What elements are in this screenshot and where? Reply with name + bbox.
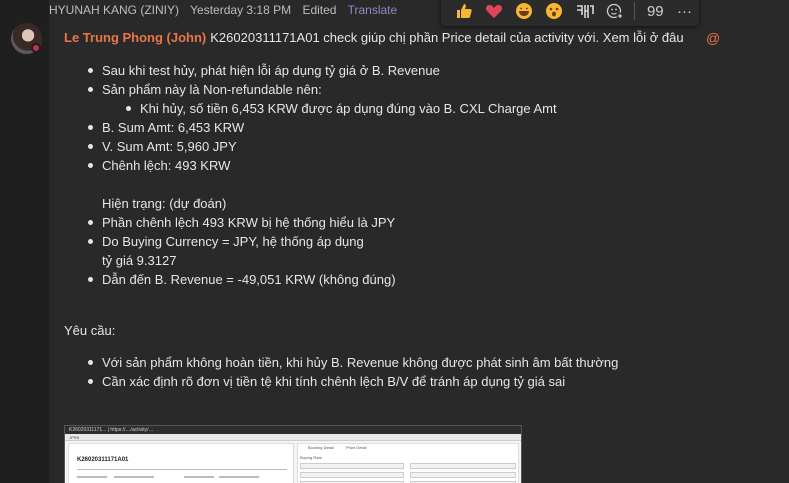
- message-header: HYUNAH KANG (ZINIY) Yesterday 3:18 PM Ed…: [49, 3, 405, 19]
- timestamp: Yesterday 3:18 PM: [190, 3, 292, 17]
- reaction-bar: 99 ···: [441, 0, 699, 26]
- reply-quote-button[interactable]: 99: [641, 0, 670, 23]
- subject-text: K26020311171A01 check giúp chị phần Pric…: [210, 30, 684, 45]
- mention-at-icon: @: [706, 30, 721, 46]
- list-item: Do Buying Currency = JPY, hệ thống áp dụ…: [64, 232, 618, 270]
- message-subject: Le Trung Phong (John) K26020311171A01 che…: [64, 30, 684, 45]
- add-reaction-icon[interactable]: [600, 0, 630, 23]
- attachment-field: [300, 463, 404, 469]
- attachment-field: [410, 463, 516, 469]
- attachment-tabbar: JPRB: [65, 434, 521, 441]
- author-name[interactable]: HYUNAH KANG (ZINIY): [49, 3, 179, 17]
- reaction-bar-divider: [633, 2, 635, 20]
- attachment-topbar: K26020311171... | https://…/activity/…: [65, 426, 521, 434]
- nested-list-item: Khi hủy, số tiền 6,453 KRW được áp dụng …: [102, 99, 618, 118]
- attachment-right-panel: Booking Detail Price Detail Buying Rate: [297, 443, 519, 483]
- attachment-divider: [77, 469, 287, 470]
- attachment-tab-price-detail: Price Detail: [346, 445, 367, 450]
- attachment-field: [300, 472, 404, 478]
- heart-reaction-icon[interactable]: [479, 0, 509, 23]
- list-item-continuation: tỷ giá 9.3127: [102, 253, 177, 268]
- attachment-text-line: [184, 476, 214, 478]
- list-item: Chênh lệch: 493 KRW: [64, 156, 618, 175]
- list-item-text: Sản phẩm này là Non-refundable nên:: [102, 82, 322, 97]
- bullet-list-2: Phần chênh lệch 493 KRW bị hệ thống hiểu…: [64, 213, 618, 289]
- like-reaction-icon[interactable]: [449, 0, 479, 23]
- attachment-tab-booking-detail: Booking Detail: [308, 445, 334, 450]
- attachment-text-line: [219, 476, 259, 478]
- attachment-field: [410, 472, 516, 478]
- edited-label: Edited: [302, 3, 337, 17]
- attachment-screenshot[interactable]: K26020311171... | https://…/activity/… J…: [64, 425, 522, 483]
- list-item: Với sản phẩm không hoàn tiền, khi hủy B.…: [64, 353, 618, 372]
- list-item: Phần chênh lệch 493 KRW bị hệ thống hiểu…: [64, 213, 618, 232]
- list-item: V. Sum Amt: 5,960 JPY: [64, 137, 618, 156]
- nested-list: Khi hủy, số tiền 6,453 KRW được áp dụng …: [102, 99, 618, 118]
- attachment-text-line: [114, 476, 154, 478]
- bullet-list-3: Với sản phẩm không hoàn tiền, khi hủy B.…: [64, 353, 618, 391]
- bullet-list-1: Sau khi test hủy, phát hiện lỗi áp dụng …: [64, 61, 618, 175]
- status-label: Hiện trạng: (dự đoán): [102, 196, 227, 211]
- more-options-button[interactable]: ···: [670, 0, 699, 23]
- list-item: Sản phẩm này là Non-refundable nên: Khi …: [64, 80, 618, 118]
- mention-link[interactable]: Le Trung Phong (John): [64, 30, 206, 45]
- surprised-reaction-icon[interactable]: [539, 0, 569, 23]
- presence-busy-icon: [31, 43, 41, 53]
- korean-text-reaction-icon[interactable]: [570, 0, 600, 23]
- list-item: Dẫn đến B. Revenue = -49,051 KRW (không …: [64, 270, 618, 289]
- list-item: Cần xác định rõ đơn vị tiền tệ khi tính …: [64, 372, 618, 391]
- request-label: Yêu cầu:: [64, 323, 116, 338]
- attachment-text-line: [77, 476, 107, 478]
- message-body: Sau khi test hủy, phát hiện lỗi áp dụng …: [64, 61, 618, 391]
- translate-link[interactable]: Translate: [348, 3, 398, 17]
- attachment-left-panel: K26020311171A01: [68, 443, 294, 483]
- list-item: B. Sum Amt: 6,453 KRW: [64, 118, 618, 137]
- laugh-reaction-icon[interactable]: [509, 0, 539, 23]
- attachment-section-title: Buying Rate: [300, 455, 322, 460]
- attachment-booking-id: K26020311171A01: [77, 457, 129, 463]
- list-item: Sau khi test hủy, phát hiện lỗi áp dụng …: [64, 61, 618, 80]
- list-item-text: Do Buying Currency = JPY, hệ thống áp dụ…: [102, 234, 364, 249]
